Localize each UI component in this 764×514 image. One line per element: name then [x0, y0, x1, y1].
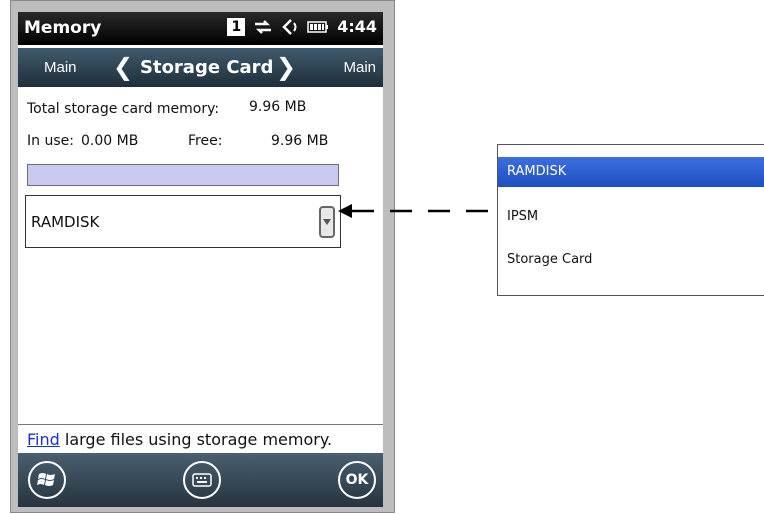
status-area[interactable]: 1 4:44	[227, 17, 377, 36]
chevron-down-icon	[323, 219, 331, 225]
footer-hint-text: large files using storage memory.	[59, 430, 333, 449]
footer-divider	[18, 424, 383, 425]
chevron-left-icon[interactable]: ❮	[113, 53, 133, 81]
nav-bar: Main ❮ Storage Card ❯ Main	[18, 48, 383, 87]
storage-dropdown[interactable]: RAMDISK	[25, 195, 341, 248]
option-ipsm[interactable]: IPSM	[498, 202, 764, 232]
chevron-right-icon[interactable]: ❯	[276, 53, 296, 81]
device-screen: Memory 1 4:44 Main ❮ Storage Card ❯ Main…	[18, 12, 383, 507]
title-bar: Memory 1 4:44	[18, 12, 383, 45]
volume-icon	[282, 18, 297, 35]
softkey-bar: OK	[18, 453, 383, 507]
device-frame: Memory 1 4:44 Main ❮ Storage Card ❯ Main…	[10, 0, 395, 513]
nav-center-title: Storage Card	[140, 57, 274, 78]
ok-label: OK	[345, 472, 369, 488]
ok-button[interactable]: OK	[338, 461, 376, 499]
footer-hint: Find large files using storage memory.	[27, 430, 332, 449]
dropdown-options-popup: RAMDISK IPSM Storage Card	[497, 144, 764, 296]
keyboard-icon	[192, 473, 212, 487]
battery-icon	[307, 20, 329, 33]
nav-left-label[interactable]: Main	[44, 59, 77, 76]
callout-arrow	[338, 204, 498, 218]
dropdown-arrow-button[interactable]	[319, 206, 335, 238]
free-value: 9.96 MB	[271, 133, 329, 149]
find-link[interactable]: Find	[27, 430, 60, 449]
start-button[interactable]	[28, 461, 66, 499]
in-use-label: In use:	[27, 133, 74, 149]
keyboard-button[interactable]	[183, 461, 221, 499]
dropdown-selected-value: RAMDISK	[31, 213, 100, 231]
nav-right-label[interactable]: Main	[343, 59, 376, 76]
connectivity-icon	[255, 19, 272, 34]
free-label: Free:	[188, 133, 223, 149]
total-memory-value: 9.96 MB	[249, 99, 307, 115]
clock: 4:44	[337, 17, 377, 36]
in-use-value: 0.00 MB	[81, 133, 139, 149]
option-ramdisk[interactable]: RAMDISK	[498, 157, 764, 187]
sim-indicator: 1	[227, 17, 246, 36]
windows-start-icon	[37, 473, 55, 486]
app-title: Memory	[24, 18, 102, 38]
option-storage-card[interactable]: Storage Card	[498, 245, 764, 275]
total-memory-label: Total storage card memory:	[27, 101, 220, 117]
memory-usage-bar	[27, 164, 339, 186]
